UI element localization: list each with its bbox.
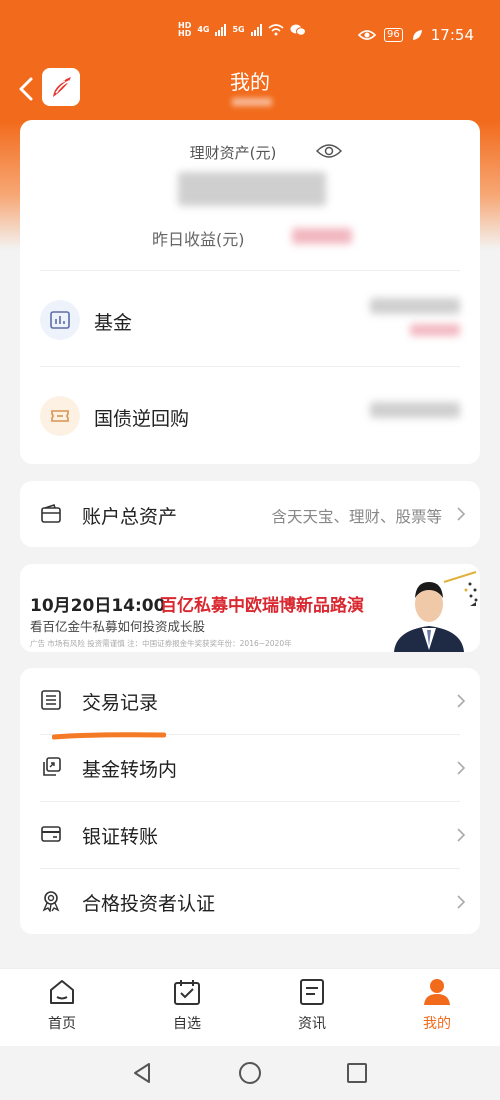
eye-comfort-icon: [358, 30, 377, 40]
fund-label[interactable]: 基金: [94, 308, 132, 335]
wifi-icon: [268, 24, 284, 36]
masked-fund-income: [410, 324, 460, 336]
battery-icon: 96: [384, 28, 403, 42]
repo-label[interactable]: 国债逆回购: [94, 404, 189, 431]
divider: [40, 270, 460, 271]
total-assets-sub: 含天天宝、理财、股票等: [271, 508, 442, 526]
menu-item-label: 基金转场内: [82, 759, 178, 781]
repo-icon: [40, 396, 80, 436]
masked-asset-value: [178, 172, 326, 206]
banner-subtitle: 看百亿金牛私募如何投资成长股: [30, 619, 206, 634]
page-title: 我的: [230, 70, 270, 94]
menu-list: 交易记录 基金转场内 银证转账 合格投资者认证: [20, 668, 480, 934]
banner-title: 百亿私募中欧瑞博新品路演: [160, 596, 364, 616]
chevron-right-icon: [457, 694, 466, 708]
hd-badge: HD: [178, 29, 192, 38]
network-status: HD HD 4G 5G: [178, 22, 306, 38]
card-icon: [41, 826, 61, 842]
roadshow-banner[interactable]: 10月20日14:00 百亿私募中欧瑞博新品路演 看百亿金牛私募如何投资成长股 …: [20, 564, 480, 652]
masked-repo-value: [370, 402, 460, 418]
watchlist-icon: [174, 980, 200, 1005]
network-5g-label: 5G: [232, 25, 245, 34]
menu-item-fund-transfer[interactable]: 基金转场内: [20, 735, 480, 801]
menu-item-label: 合格投资者认证: [82, 893, 216, 915]
masked-yesterday-income: [292, 228, 352, 244]
tab-profile[interactable]: 我的: [397, 977, 477, 1033]
masked-fund-value: [370, 298, 460, 314]
menu-item-label: 银证转账: [82, 826, 159, 848]
fund-icon: [40, 300, 80, 340]
leaf-icon: [412, 30, 422, 40]
menu-item-label: 交易记录: [82, 692, 159, 714]
highlight-underline: [52, 732, 166, 740]
sim-badges: HD HD: [178, 22, 191, 38]
tab-label: 我的: [423, 1016, 451, 1032]
asset-label: 理财资产(元): [189, 144, 277, 162]
wallet-icon: [41, 503, 61, 523]
total-assets-row[interactable]: 账户总资产 含天天宝、理财、股票等: [20, 481, 480, 547]
signal-icon: [250, 24, 262, 36]
clock: 17:54: [430, 26, 474, 44]
menu-item-trade-records[interactable]: 交易记录: [20, 668, 480, 734]
tab-label: 自选: [173, 1016, 201, 1032]
status-bar: HD HD 4G 5G 96 17:54: [0, 0, 500, 60]
tab-label: 首页: [48, 1016, 76, 1032]
system-home-icon[interactable]: [238, 1061, 262, 1085]
tab-news[interactable]: 资讯: [272, 977, 352, 1033]
signal-icon: [215, 24, 227, 36]
wechat-icon: [290, 24, 306, 36]
tab-watchlist[interactable]: 自选: [147, 977, 227, 1033]
chevron-right-icon: [457, 761, 466, 775]
total-assets-label: 账户总资产: [82, 506, 178, 528]
chevron-right-icon: [457, 828, 466, 842]
bottom-tab-bar: 首页 自选 资讯 我的: [0, 968, 500, 1046]
system-nav-bar: [0, 1046, 500, 1100]
yesterday-income-label: 昨日收益(元): [152, 230, 245, 249]
profile-icon: [424, 979, 450, 1005]
asset-summary-card: 理财资产(元) 昨日收益(元) 基金 国债逆回购: [20, 120, 480, 464]
list-icon: [41, 690, 61, 710]
tab-home[interactable]: 首页: [22, 977, 102, 1033]
masked-username: [232, 98, 272, 106]
menu-item-bank-transfer[interactable]: 银证转账: [20, 802, 480, 868]
divider: [40, 366, 460, 367]
badge-icon: [42, 891, 60, 912]
eye-icon[interactable]: [316, 142, 342, 160]
news-icon: [300, 979, 324, 1005]
system-back-icon[interactable]: [131, 1061, 155, 1085]
system-recents-icon[interactable]: [345, 1061, 369, 1085]
banner-disclaimer: 广告 市场有风险 投资需谨慎 注：中国证券报金牛奖获奖年份：2016~2020年: [30, 639, 292, 648]
chevron-right-icon: [457, 895, 466, 909]
menu-item-qualified-investor[interactable]: 合格投资者认证: [20, 869, 480, 935]
chevron-right-icon: [457, 507, 466, 521]
network-4g-label: 4G: [197, 25, 210, 34]
tab-label: 资讯: [298, 1016, 326, 1032]
page-header: 我的: [0, 60, 500, 120]
home-icon: [50, 980, 74, 1004]
speaker-photo: [394, 582, 464, 652]
transfer-icon: [43, 757, 61, 776]
banner-date: 10月20日14:00: [30, 596, 166, 616]
system-status: 96 17:54: [358, 26, 474, 44]
